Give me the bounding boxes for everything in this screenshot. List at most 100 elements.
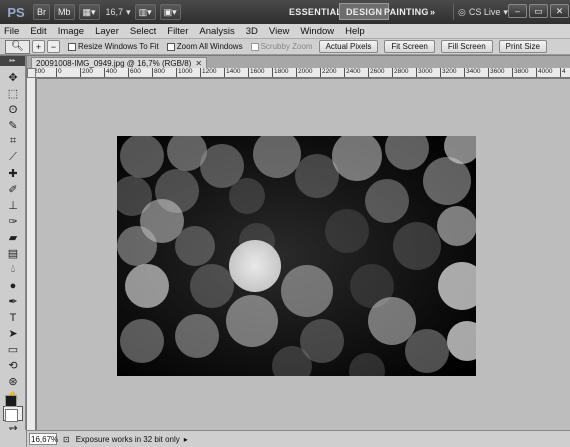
chevron-down-icon: ▾ [126, 6, 131, 17]
zoom-level-dropdown[interactable]: 16,7 ▾ [106, 7, 131, 18]
ruler-tick-label: 2200 [320, 68, 336, 77]
3d-rotate-tool-icon[interactable]: ⟲ [3, 358, 23, 373]
menu-view[interactable]: View [269, 26, 289, 37]
ruler-tick-label: 200 [36, 68, 45, 77]
zoom-in-icon: + [35, 41, 42, 52]
crop-tool-icon[interactable]: ⌗ [3, 134, 23, 149]
menu-file[interactable]: File [4, 26, 19, 37]
cs-live-button[interactable]: ◎ CS Live ▾ [453, 4, 512, 20]
foreground-color-swatch[interactable] [5, 395, 17, 407]
ruler-tick-label: 3600 [488, 68, 504, 77]
document-image[interactable] [117, 136, 476, 376]
ruler-tick-label: 1600 [248, 68, 264, 77]
checkbox-box [250, 42, 259, 51]
menu-3d[interactable]: 3D [246, 26, 258, 37]
brush-tool-icon[interactable]: ✐ [3, 182, 23, 197]
resize-windows-label: Resize Windows To Fit [78, 42, 159, 51]
menu-select[interactable]: Select [130, 26, 156, 37]
menu-layer[interactable]: Layer [95, 26, 119, 37]
ruler-tick-label: 2400 [344, 68, 360, 77]
mini-bridge-button[interactable]: Mb [54, 4, 75, 20]
tools-panel-grip[interactable]: ▸▸ [0, 56, 25, 66]
ruler-tick-label: 400 [104, 68, 117, 77]
clone-stamp-tool-icon[interactable]: ⊥ [3, 198, 23, 213]
ruler-tick-label: 1400 [224, 68, 240, 77]
ruler-tick-label: 800 [152, 68, 165, 77]
more-workspaces-button[interactable]: » [424, 3, 441, 20]
scrubby-zoom-checkbox[interactable]: Scrubby Zoom [250, 42, 313, 51]
horizontal-ruler[interactable]: 2000200400600800100012001400160018002000… [36, 68, 570, 78]
close-button[interactable]: ✕ [550, 4, 569, 18]
ruler-tick-label: 3000 [416, 68, 432, 77]
pen-tool-icon[interactable]: ✒ [3, 294, 23, 309]
options-bar: 🔍︎ + − Resize Windows To Fit Zoom All Wi… [0, 39, 570, 55]
bokeh-photo [117, 136, 476, 376]
quick-selection-tool-icon[interactable]: ✎ [3, 118, 23, 133]
ruler-tick-label: 3800 [512, 68, 528, 77]
marquee-tool-icon[interactable]: ⬚ [3, 86, 23, 101]
zoom-in-button[interactable]: + [32, 40, 45, 53]
tool-preset-picker[interactable]: 🔍︎ [5, 39, 30, 54]
cs-live-label: CS Live [468, 7, 501, 17]
resize-windows-checkbox[interactable]: Resize Windows To Fit [68, 42, 159, 51]
lasso-tool-icon[interactable]: ʘ [3, 102, 23, 117]
ruler-tick-label: 4 [560, 68, 566, 77]
3d-orbit-tool-icon[interactable]: ⊛ [3, 374, 23, 389]
history-brush-tool-icon[interactable]: ✑ [3, 214, 23, 229]
zoom-all-windows-checkbox[interactable]: Zoom All Windows [166, 42, 243, 51]
menu-image[interactable]: Image [58, 26, 84, 37]
dodge-tool-icon[interactable]: ● [3, 278, 23, 293]
spot-healing-tool-icon[interactable]: ✚ [3, 166, 23, 181]
bridge-button[interactable]: Br [33, 4, 50, 20]
background-color-swatch[interactable] [5, 409, 18, 422]
ruler-tick-label: 3400 [464, 68, 480, 77]
print-size-button[interactable]: Print Size [498, 40, 547, 53]
status-menu-arrow-icon[interactable]: ▸ [184, 435, 188, 444]
minimize-button[interactable]: – [508, 4, 527, 18]
window-controls: – ▭ ✕ [508, 4, 569, 18]
zoom-out-button[interactable]: − [47, 40, 60, 53]
actual-pixels-button[interactable]: Actual Pixels [318, 40, 379, 53]
arrange-documents-button[interactable]: ▥▾ [134, 4, 156, 20]
tools-panel-footer [0, 430, 27, 447]
blur-tool-icon[interactable]: 💧︎ [3, 262, 23, 277]
document-tab[interactable]: 20091008-IMG_0949.jpg @ 16,7% (RGB/8) ✕ [31, 57, 208, 68]
photoshop-logo: PS [7, 4, 25, 20]
document-tab-title: 20091008-IMG_0949.jpg @ 16,7% (RGB/8) [36, 58, 192, 68]
checkbox-box [68, 42, 76, 51]
menu-window[interactable]: Window [300, 26, 334, 37]
zoom-percentage-field[interactable]: 16,67% [29, 433, 58, 445]
zoom-tool-icon: 🔍︎ [11, 41, 24, 52]
menu-edit[interactable]: Edit [30, 26, 46, 37]
ruler-tick-label: 200 [80, 68, 93, 77]
menu-filter[interactable]: Filter [167, 26, 188, 37]
close-tab-icon[interactable]: ✕ [195, 59, 202, 68]
application-bar: PS Br Mb ▦▾ 16,7 ▾ ▥▾ ▣▾ ESSENTIALS DESI… [0, 0, 570, 24]
ruler-tick-label: 2000 [296, 68, 312, 77]
screen-mode-button[interactable]: ▣▾ [159, 4, 181, 20]
ruler-origin[interactable] [27, 68, 36, 78]
ruler-tick-label: 1000 [176, 68, 192, 77]
checkbox-box [166, 42, 175, 51]
gradient-tool-icon[interactable]: ▤ [3, 246, 23, 261]
type-tool-icon[interactable]: T [3, 310, 23, 325]
eraser-tool-icon[interactable]: ▰ [3, 230, 23, 245]
ruler-tick-label: 0 [56, 68, 62, 77]
status-message: Exposure works in 32 bit only [75, 434, 180, 444]
maximize-button[interactable]: ▭ [529, 4, 548, 18]
ruler-tick-label: 4000 [536, 68, 552, 77]
fill-screen-button[interactable]: Fill Screen [440, 40, 493, 53]
tools-panel: ▸▸ ✥ ⬚ ʘ ✎ ⌗ ⟋ ✚ ✐ ⊥ ✑ ▰ ▤ 💧︎ ● ✒ T ➤ ▭ … [0, 56, 26, 436]
document-info-icon[interactable]: ⊡ [63, 435, 70, 444]
menu-analysis[interactable]: Analysis [199, 26, 234, 37]
shape-tool-icon[interactable]: ▭ [3, 342, 23, 357]
move-tool-icon[interactable]: ✥ [3, 70, 23, 85]
fit-screen-button[interactable]: Fit Screen [384, 40, 435, 53]
ruler-tick-label: 3200 [440, 68, 456, 77]
vertical-ruler[interactable] [27, 78, 36, 430]
path-selection-tool-icon[interactable]: ➤ [3, 326, 23, 341]
ruler-tick-label: 1800 [272, 68, 288, 77]
view-extras-button[interactable]: ▦▾ [78, 4, 100, 20]
menu-help[interactable]: Help [345, 26, 365, 37]
eyedropper-tool-icon[interactable]: ⟋ [3, 150, 23, 165]
